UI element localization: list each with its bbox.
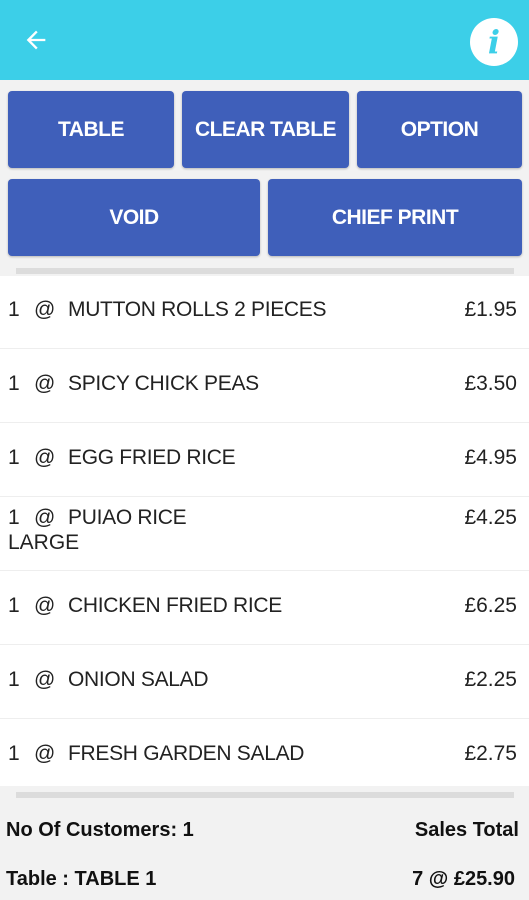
divider xyxy=(16,792,514,798)
table-button[interactable]: TABLE xyxy=(8,91,174,168)
divider xyxy=(16,268,514,274)
item-price: £1.95 xyxy=(464,298,517,321)
app-bar: i xyxy=(0,0,529,80)
item-at-symbol: @ xyxy=(34,372,56,395)
item-price: £2.25 xyxy=(464,668,517,691)
list-item[interactable]: 1 @ PUIAO RICE £4.25 LARGE xyxy=(0,498,529,571)
item-quantity: 1 xyxy=(8,372,20,395)
item-quantity: 1 xyxy=(8,594,20,617)
item-price: £2.75 xyxy=(464,742,517,765)
item-quantity: 1 xyxy=(8,506,20,529)
item-quantity: 1 xyxy=(8,446,20,469)
list-item[interactable]: 1 @ ONION SALAD £2.25 xyxy=(0,646,529,719)
item-at-symbol: @ xyxy=(34,594,56,617)
item-name: MUTTON ROLLS 2 PIECES xyxy=(68,298,327,321)
item-quantity: 1 xyxy=(8,742,20,765)
info-button[interactable]: i xyxy=(470,18,518,66)
list-item[interactable]: 1 @ MUTTON ROLLS 2 PIECES £1.95 xyxy=(0,276,529,349)
item-name: ONION SALAD xyxy=(68,668,209,691)
item-at-symbol: @ xyxy=(34,506,56,529)
item-at-symbol: @ xyxy=(34,668,56,691)
list-item[interactable]: 1 @ FRESH GARDEN SALAD £2.75 xyxy=(0,720,529,793)
item-name: PUIAO RICE xyxy=(68,506,187,529)
item-price: £4.95 xyxy=(464,446,517,469)
option-button[interactable]: OPTION xyxy=(357,91,522,168)
list-item[interactable]: 1 @ SPICY CHICK PEAS £3.50 xyxy=(0,350,529,423)
item-quantity: 1 xyxy=(8,668,20,691)
list-item[interactable]: 1 @ CHICKEN FRIED RICE £6.25 xyxy=(0,572,529,645)
info-icon: i xyxy=(487,23,501,61)
sales-total-label: Sales Total xyxy=(414,819,519,841)
sales-total-value: 7 @ £25.90 xyxy=(412,868,515,890)
arrow-left-icon xyxy=(26,30,46,50)
item-price: £4.25 xyxy=(464,506,517,529)
item-at-symbol: @ xyxy=(34,742,56,765)
item-price: £6.25 xyxy=(464,594,517,617)
item-quantity: 1 xyxy=(8,298,20,321)
item-at-symbol: @ xyxy=(34,446,56,469)
item-name: CHICKEN FRIED RICE xyxy=(68,594,282,617)
item-name: SPICY CHICK PEAS xyxy=(68,372,259,395)
item-name: EGG FRIED RICE xyxy=(68,446,236,469)
back-button[interactable] xyxy=(18,22,54,58)
order-summary: No Of Customers: 1 Sales Total Table : T… xyxy=(0,800,529,900)
item-name: FRESH GARDEN SALAD xyxy=(68,742,305,765)
order-list: 1 @ MUTTON ROLLS 2 PIECES £1.95 1 @ SPIC… xyxy=(0,276,529,786)
item-at-symbol: @ xyxy=(34,298,56,321)
item-price: £3.50 xyxy=(464,372,517,395)
table-name: Table : TABLE 1 xyxy=(6,868,157,890)
void-button[interactable]: VOID xyxy=(8,179,260,256)
list-item[interactable]: 1 @ EGG FRIED RICE £4.95 xyxy=(0,424,529,497)
customer-count: No Of Customers: 1 xyxy=(6,819,194,841)
item-modifier: LARGE xyxy=(8,531,80,554)
chief-print-button[interactable]: CHIEF PRINT xyxy=(268,179,522,256)
clear-table-button[interactable]: CLEAR TABLE xyxy=(182,91,349,168)
